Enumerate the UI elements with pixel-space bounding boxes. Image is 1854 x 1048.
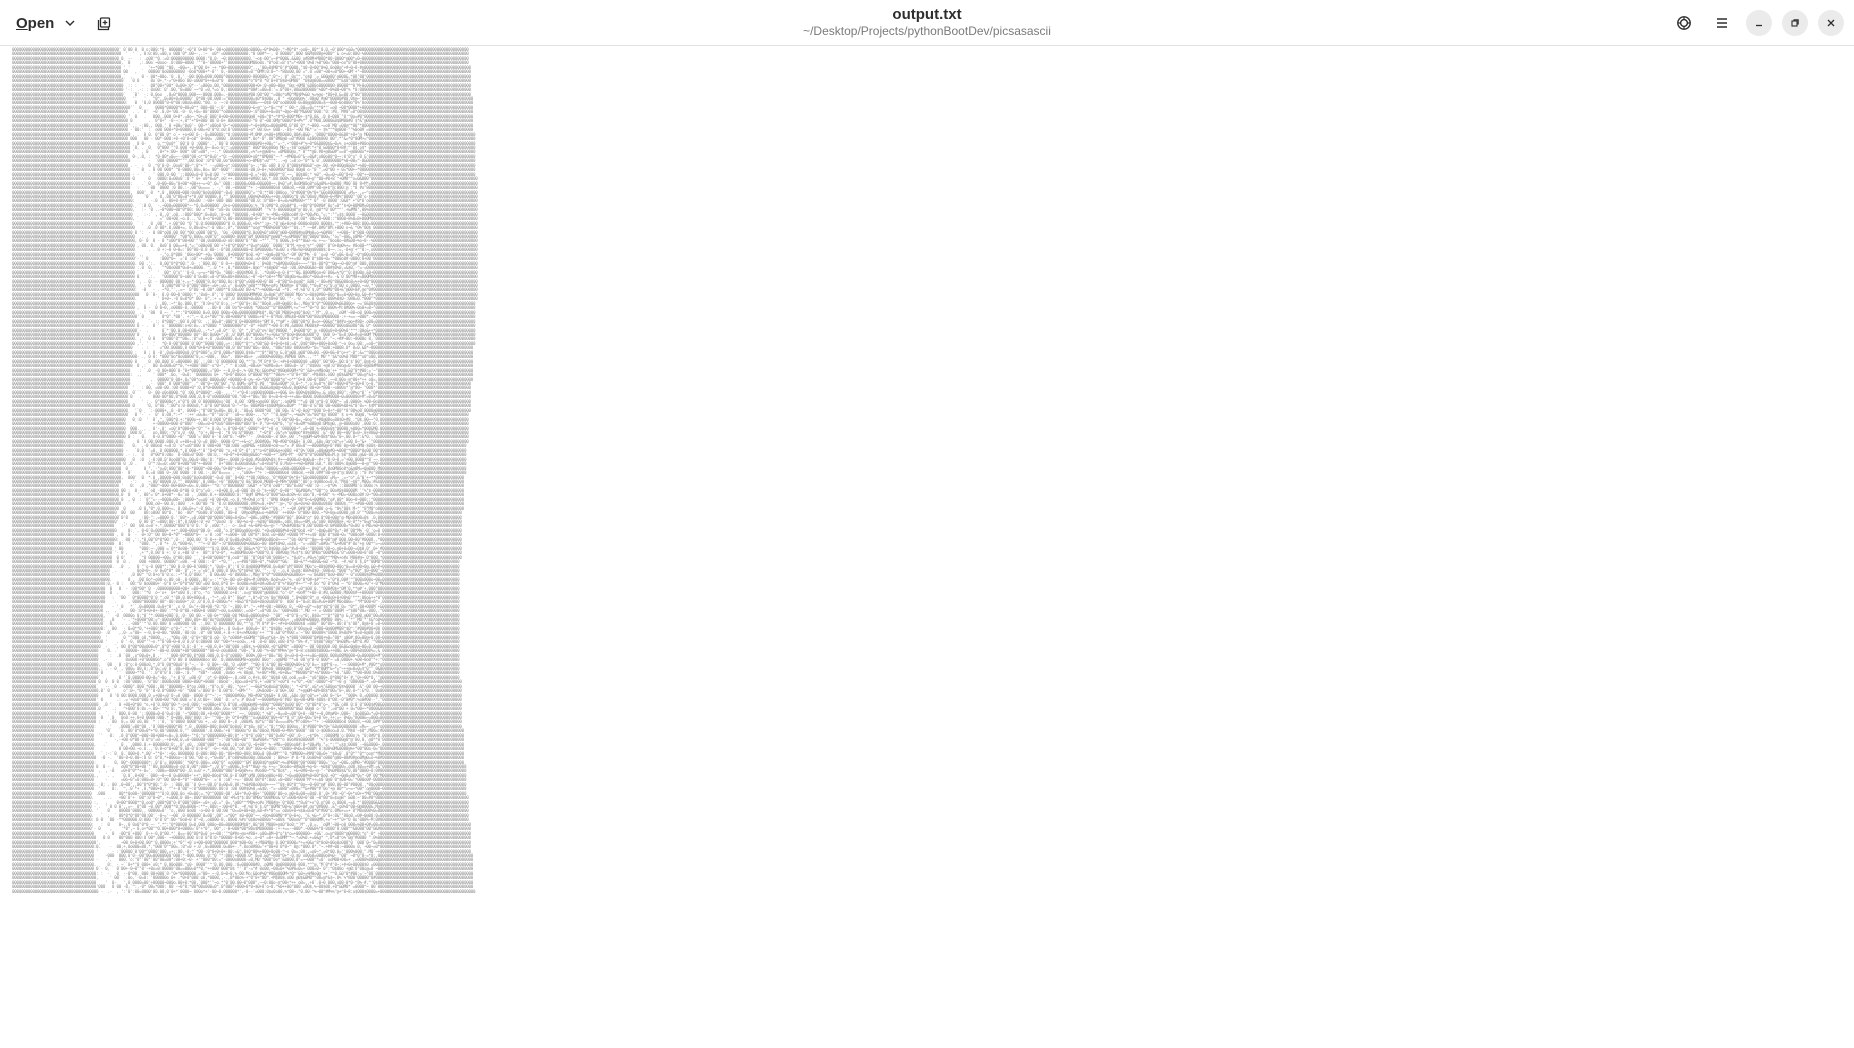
- main-menu-button[interactable]: [1708, 9, 1736, 37]
- maximize-button[interactable]: [1782, 10, 1808, 36]
- hamburger-menu-icon: [1717, 18, 1727, 28]
- open-button[interactable]: Open: [8, 8, 84, 38]
- header-right-controls: [1670, 9, 1844, 37]
- window-title: output.txt: [892, 6, 962, 23]
- close-icon: [1827, 19, 1835, 27]
- header-bar: Open output.txt ~/Desktop/Projects/pytho…: [0, 0, 1854, 46]
- ascii-art-text[interactable]: 0000000000000000000000000000000000000000…: [12, 47, 489, 894]
- minimize-icon: [1756, 24, 1762, 27]
- text-editor-window: Open output.txt ~/Desktop/Projects/pytho…: [0, 0, 1854, 1048]
- close-button[interactable]: [1818, 10, 1844, 36]
- restore-icon: [1791, 19, 1799, 27]
- editor-area[interactable]: 0000000000000000000000000000000000000000…: [0, 46, 1854, 1048]
- theme-toggle-icon: [1677, 16, 1691, 30]
- minimize-button[interactable]: [1746, 10, 1772, 36]
- vertical-scrollbar[interactable]: [1846, 46, 1854, 1048]
- new-tab-icon: [97, 17, 111, 31]
- window-subtitle: ~/Desktop/Projects/pythonBootDev/picsasa…: [803, 24, 1051, 38]
- open-button-label: Open: [16, 14, 55, 32]
- theme-button[interactable]: [1670, 9, 1698, 37]
- chevron-down-icon: [65, 20, 75, 26]
- new-tab-button[interactable]: [90, 10, 118, 38]
- window-title-block: output.txt ~/Desktop/Projects/pythonBoot…: [0, 6, 1854, 39]
